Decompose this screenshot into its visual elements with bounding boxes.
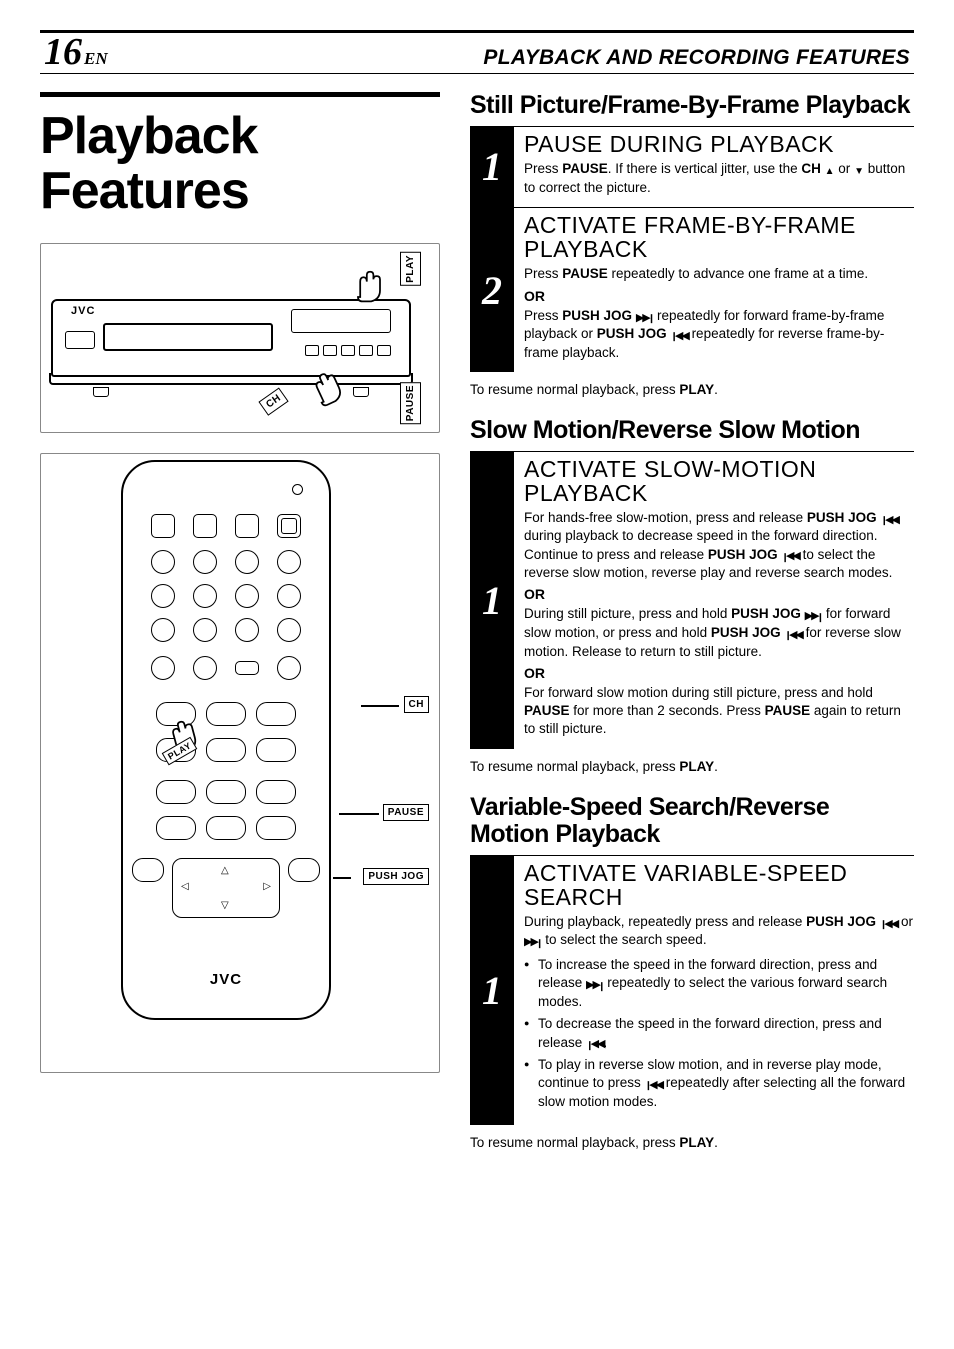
- step-title: PAUSE DURING PLAYBACK: [524, 132, 914, 156]
- body-text: Press PUSH JOG repeatedly for forward fr…: [524, 307, 914, 363]
- list-item: To decrease the speed in the forward dir…: [524, 1015, 914, 1052]
- vcr-display: [291, 309, 391, 333]
- body-text: During still picture, press and hold PUS…: [524, 605, 914, 661]
- or-label: OR: [524, 586, 914, 602]
- step-title: ACTIVATE VARIABLE-SPEED SEARCH: [524, 861, 914, 909]
- body-text: Press PAUSE repeatedly to advance one fr…: [524, 265, 914, 283]
- step-title: ACTIVATE SLOW-MOTION PLAYBACK: [524, 457, 914, 505]
- section-header: PLAYBACK AND RECORDING FEATURES: [483, 46, 910, 70]
- callout-ch: CH: [258, 387, 289, 416]
- resume-note: To resume normal playback, press PLAY.: [470, 759, 914, 774]
- step: 2ACTIVATE FRAME-BY-FRAME PLAYBACK Press P…: [470, 207, 914, 372]
- body-text: For forward slow motion during still pic…: [524, 684, 914, 739]
- step-number: 1: [470, 452, 514, 749]
- step-content: ACTIVATE SLOW-MOTION PLAYBACKFor hands-f…: [514, 452, 914, 749]
- step: 1ACTIVATE SLOW-MOTION PLAYBACKFor hands-…: [470, 451, 914, 749]
- list-item: To play in reverse slow motion, and in r…: [524, 1056, 914, 1111]
- callout-push-jog: PUSH JOG: [363, 868, 429, 885]
- vcr-brand: JVC: [71, 305, 95, 317]
- section-heading: Slow Motion/Reverse Slow Motion: [470, 417, 914, 445]
- body-text: Press PAUSE. If there is vertical jitter…: [524, 160, 914, 197]
- body-text: During playback, repeatedly press and re…: [524, 913, 914, 950]
- callout-ch: CH: [404, 696, 429, 713]
- resume-note: To resume normal playback, press PLAY.: [470, 382, 914, 397]
- vcr-slot: [103, 323, 273, 351]
- vcr-illustration: JVC PLAY PAUSE CH: [40, 243, 440, 433]
- page-title: Playback Features: [40, 92, 440, 218]
- step-title: ACTIVATE FRAME-BY-FRAME PLAYBACK: [524, 213, 914, 261]
- vcr-buttons: [305, 345, 391, 356]
- step-number: 1: [470, 856, 514, 1126]
- list-item: To increase the speed in the forward dir…: [524, 956, 914, 1011]
- page-header: 16EN PLAYBACK AND RECORDING FEATURES: [40, 30, 914, 74]
- page-lang: EN: [84, 49, 108, 68]
- remote-illustration: ◁▷△▽ JVC CH PAUSE PUSH JOG PLAY: [40, 453, 440, 1073]
- step-content: PAUSE DURING PLAYBACK Press PAUSE. If the…: [514, 127, 914, 208]
- step-number: 1: [470, 127, 514, 208]
- step-number: 2: [470, 208, 514, 372]
- vcr-body: JVC: [51, 299, 411, 377]
- page-number-value: 16: [44, 31, 82, 73]
- callout-pause: PAUSE: [383, 804, 429, 821]
- content-column: Still Picture/Frame-By-Frame Playback1PA…: [470, 92, 914, 1170]
- step: 1 PAUSE DURING PLAYBACK Press PAUSE. If th…: [470, 126, 914, 208]
- section-heading: Variable-Speed Search/Reverse Motion Pla…: [470, 794, 914, 849]
- step: 1ACTIVATE VARIABLE-SPEED SEARCH During pl…: [470, 855, 914, 1126]
- or-label: OR: [524, 665, 914, 681]
- step-content: ACTIVATE FRAME-BY-FRAME PLAYBACK Press PA…: [514, 208, 914, 372]
- callout-play: PLAY: [400, 252, 421, 286]
- remote-body: ◁▷△▽ JVC: [121, 460, 331, 1020]
- step-content: ACTIVATE VARIABLE-SPEED SEARCH During pla…: [514, 856, 914, 1126]
- bullet-list: To increase the speed in the forward dir…: [524, 956, 914, 1111]
- section-heading: Still Picture/Frame-By-Frame Playback: [470, 92, 914, 120]
- callout-pause: PAUSE: [400, 382, 421, 424]
- hand-icon: [347, 264, 391, 308]
- resume-note: To resume normal playback, press PLAY.: [470, 1135, 914, 1150]
- remote-brand: JVC: [123, 971, 329, 988]
- or-label: OR: [524, 288, 914, 304]
- page-number: 16EN: [44, 33, 108, 71]
- body-text: For hands-free slow-motion, press and re…: [524, 509, 914, 582]
